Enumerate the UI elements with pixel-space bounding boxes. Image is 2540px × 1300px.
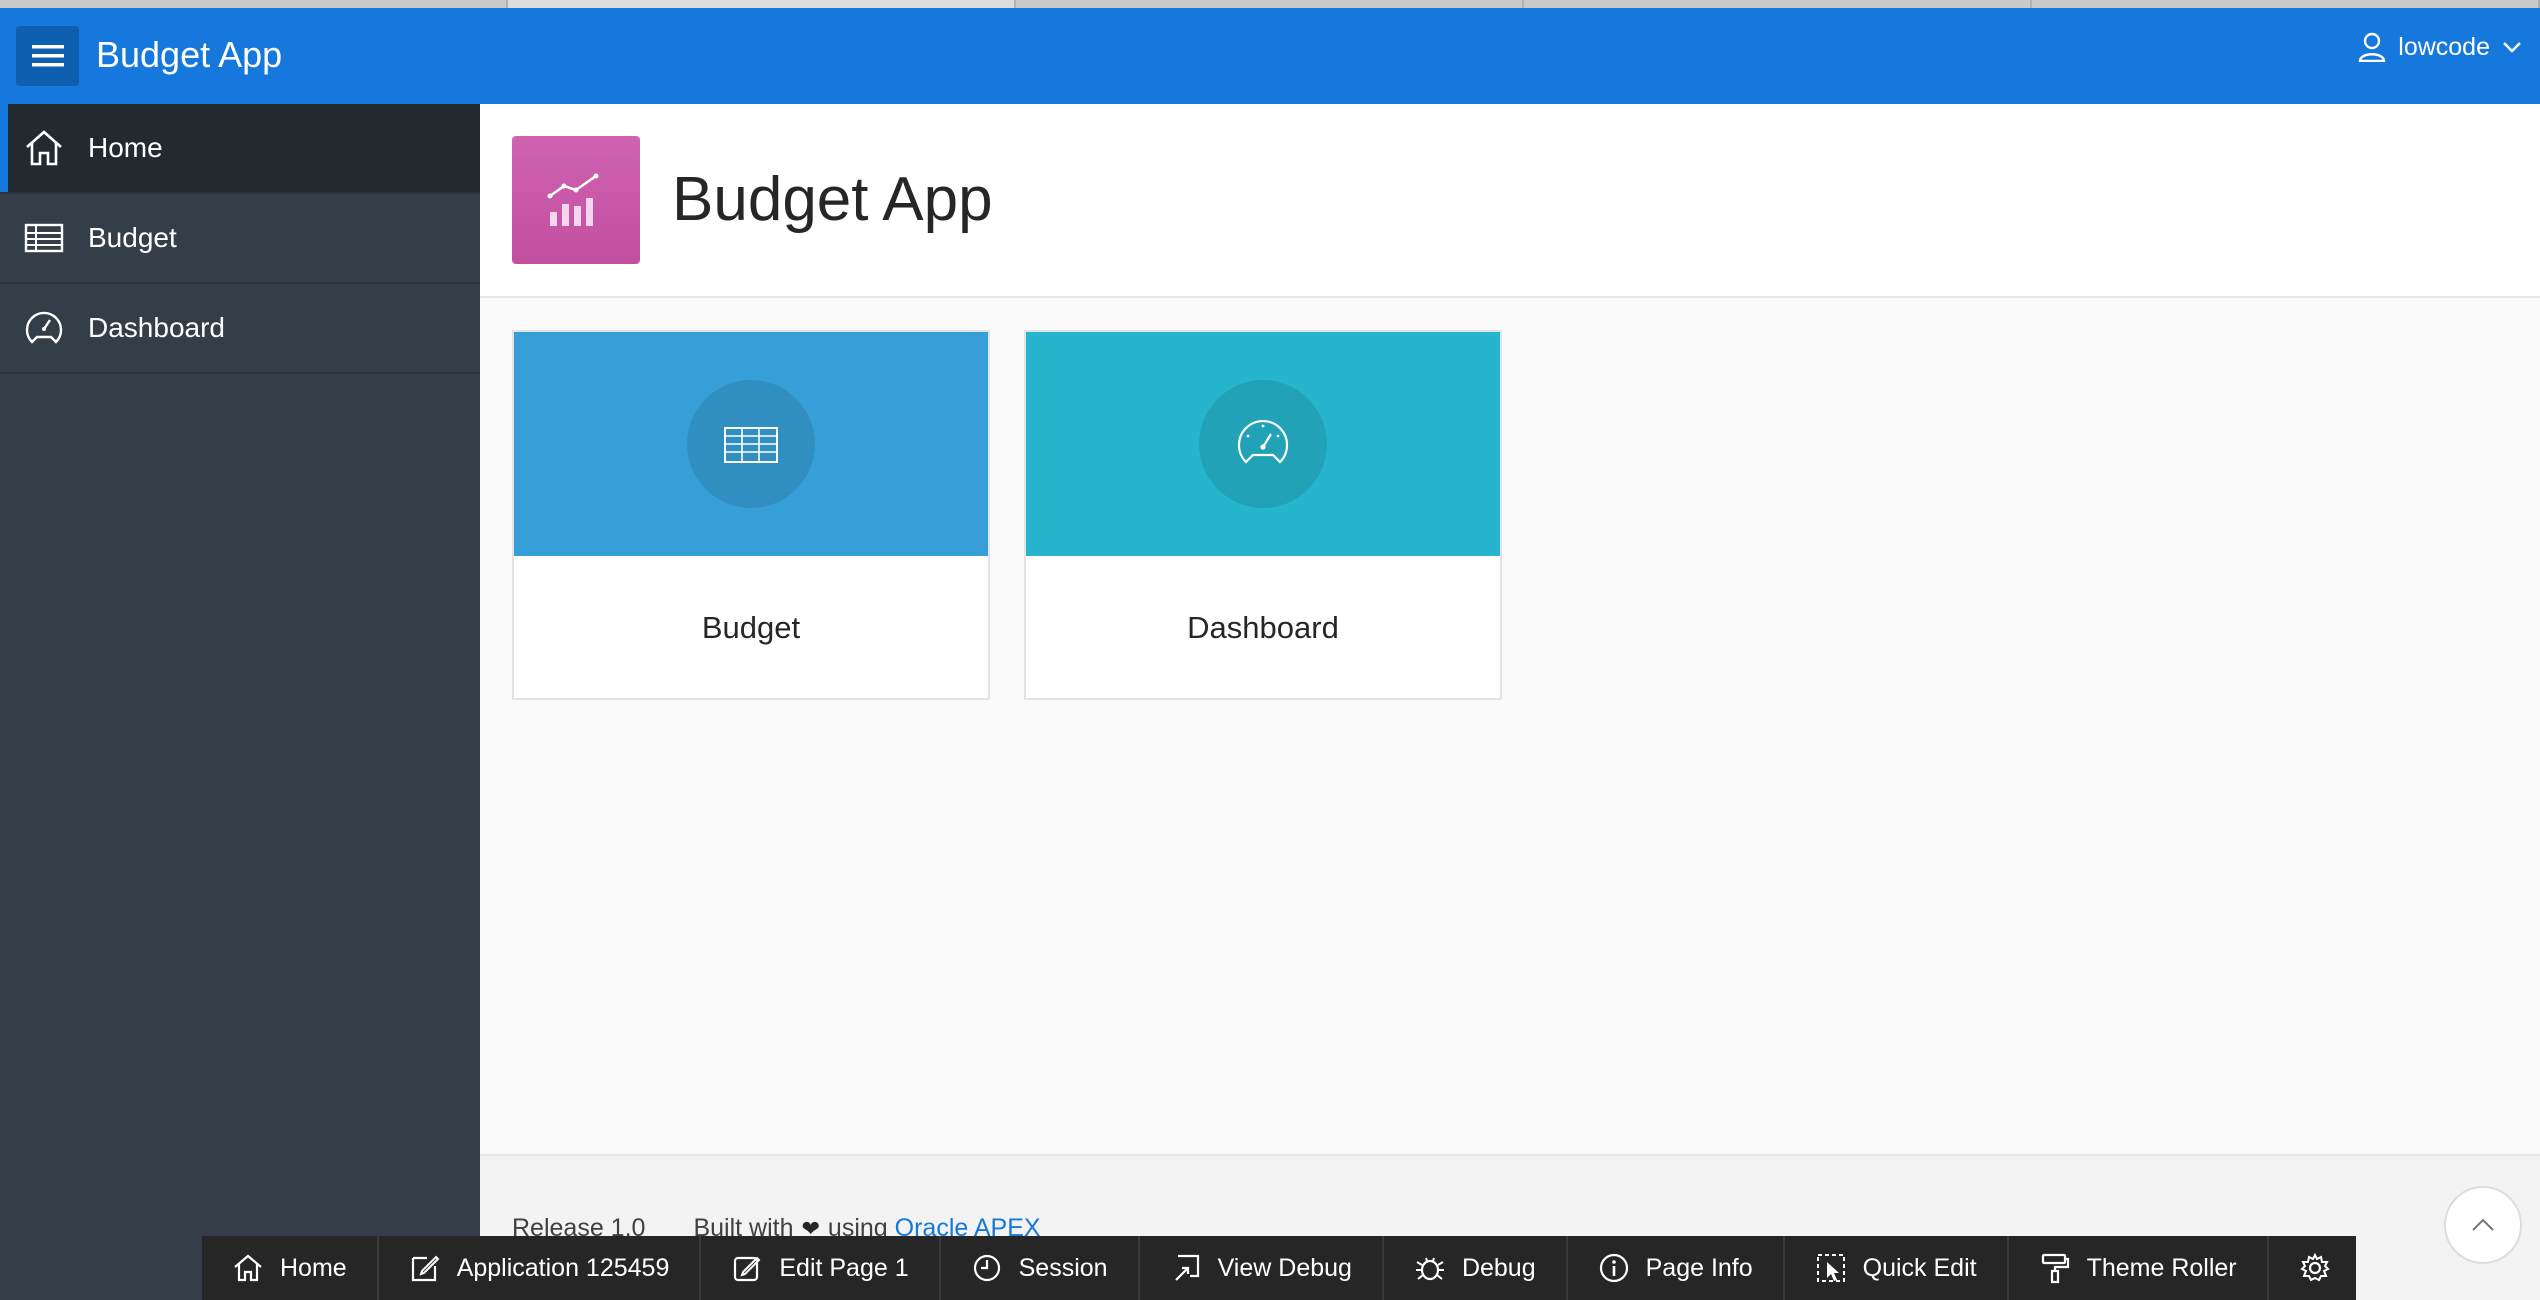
info-icon bbox=[1599, 1253, 1628, 1283]
gauge-icon bbox=[25, 311, 63, 344]
devbar-label: Quick Edit bbox=[1862, 1253, 1977, 1282]
page-title: Budget App bbox=[672, 165, 993, 234]
home-icon bbox=[26, 130, 62, 166]
gear-icon bbox=[2299, 1252, 2330, 1282]
devbar-label: Page Info bbox=[1645, 1253, 1753, 1282]
view-debug-icon bbox=[1174, 1254, 1199, 1281]
devbar-label: Session bbox=[1018, 1253, 1108, 1282]
devbar-home-button[interactable]: Home bbox=[202, 1236, 379, 1300]
card-grid: Budget Dashboard bbox=[512, 330, 1502, 700]
devbar-label: View Debug bbox=[1217, 1253, 1352, 1282]
devbar-edit-page-button[interactable]: Edit Page 1 bbox=[701, 1236, 941, 1300]
card-title: Dashboard bbox=[1187, 610, 1339, 645]
devbar-application-button[interactable]: Application 125459 bbox=[379, 1236, 702, 1300]
browser-tab-strip bbox=[0, 0, 2540, 8]
scroll-to-top-button[interactable] bbox=[2444, 1186, 2522, 1264]
chevron-down-icon bbox=[2503, 42, 2521, 53]
hero-region: Budget App bbox=[480, 104, 2540, 298]
devbar-debug-button[interactable]: Debug bbox=[1384, 1236, 1568, 1300]
table-icon bbox=[724, 427, 778, 463]
card-header bbox=[1026, 332, 1500, 556]
developer-toolbar: Home Application 125459 Edit Page 1 Sess… bbox=[202, 1236, 2356, 1300]
sidebar-item-label: Budget bbox=[88, 222, 177, 253]
username-label: lowcode bbox=[2398, 32, 2490, 61]
main-content: Budget App Budget Dashboard Release 1.0 … bbox=[480, 104, 2540, 1300]
sidebar-item-dashboard[interactable]: Dashboard bbox=[0, 284, 480, 374]
bug-icon bbox=[1415, 1257, 1444, 1281]
app-title-link[interactable]: Budget App bbox=[96, 34, 282, 76]
clock-icon bbox=[973, 1254, 1000, 1282]
devbar-quick-edit-button[interactable]: Quick Edit bbox=[1785, 1236, 2009, 1300]
devbar-settings-button[interactable] bbox=[2269, 1236, 2361, 1300]
chart-icon bbox=[547, 173, 599, 226]
hamburger-icon bbox=[31, 45, 64, 67]
card-dashboard[interactable]: Dashboard bbox=[1024, 330, 1502, 700]
devbar-label: Debug bbox=[1461, 1253, 1536, 1282]
chevron-up-icon bbox=[2472, 1218, 2494, 1231]
hero-icon-box bbox=[512, 136, 640, 264]
devbar-theme-roller-button[interactable]: Theme Roller bbox=[2009, 1236, 2269, 1300]
card-budget[interactable]: Budget bbox=[512, 330, 990, 700]
devbar-label: Application 125459 bbox=[456, 1253, 670, 1282]
app-header: Budget App lowcode bbox=[0, 8, 2540, 104]
sidebar-nav: Home Budget Dashboard bbox=[0, 104, 480, 1300]
edit-icon bbox=[411, 1255, 440, 1282]
devbar-session-button[interactable]: Session bbox=[941, 1236, 1140, 1300]
quick-edit-icon bbox=[1816, 1254, 1845, 1282]
devbar-label: Edit Page 1 bbox=[779, 1253, 909, 1282]
table-icon bbox=[24, 223, 64, 253]
sidebar-item-home[interactable]: Home bbox=[0, 104, 480, 194]
card-header bbox=[514, 332, 988, 556]
devbar-view-debug-button[interactable]: View Debug bbox=[1140, 1236, 1384, 1300]
menu-toggle-button[interactable] bbox=[16, 26, 79, 86]
gauge-icon bbox=[1237, 419, 1289, 464]
devbar-page-info-button[interactable]: Page Info bbox=[1568, 1236, 1785, 1300]
user-menu[interactable]: lowcode bbox=[2358, 32, 2522, 62]
user-icon bbox=[2359, 32, 2386, 62]
devbar-label: Home bbox=[280, 1253, 347, 1282]
home-icon bbox=[234, 1254, 262, 1282]
card-title: Budget bbox=[701, 610, 801, 645]
sidebar-item-label: Dashboard bbox=[88, 312, 225, 343]
devbar-label: Theme Roller bbox=[2086, 1253, 2237, 1282]
sidebar-item-budget[interactable]: Budget bbox=[0, 194, 480, 284]
sidebar-item-label: Home bbox=[88, 132, 163, 163]
paint-roller-icon bbox=[2041, 1253, 2069, 1284]
pencil-icon bbox=[734, 1256, 761, 1282]
